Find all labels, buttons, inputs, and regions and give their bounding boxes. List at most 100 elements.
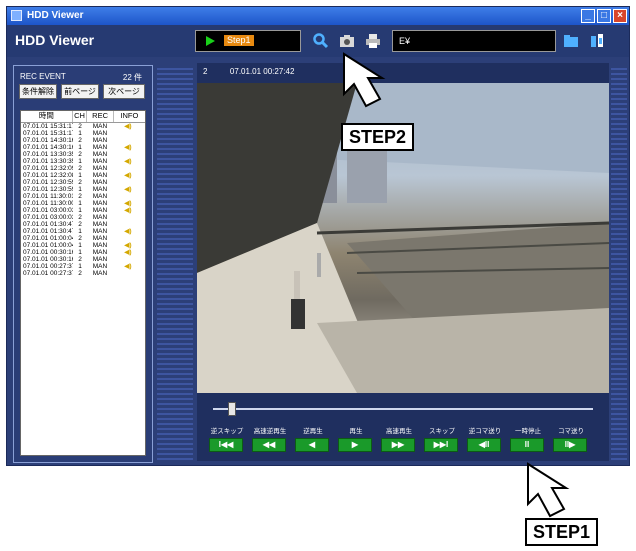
table-row[interactable]: 07.01.01 15:31:17 2 MAN ◀) (21, 123, 145, 130)
speaker-icon[interactable]: ◀) (124, 172, 131, 179)
settings-icon[interactable] (589, 33, 605, 49)
search-icon[interactable] (313, 33, 329, 49)
table-row[interactable]: 07.01.01 11:30:01 2 MAN (21, 193, 145, 200)
control-label: 逆スキップ (210, 428, 244, 435)
minimize-button[interactable]: _ (581, 9, 595, 23)
info-cell (113, 151, 143, 158)
speaker-icon[interactable]: ◀) (124, 207, 131, 214)
control-button[interactable]: II▶ (553, 438, 587, 452)
speaker-icon[interactable]: ◀) (124, 144, 131, 151)
info-cell (113, 221, 143, 228)
col-ch-header[interactable]: CH (73, 111, 88, 122)
table-row[interactable]: 07.01.01 12:32:08 1 MAN ◀) (21, 172, 145, 179)
col-rec-header[interactable]: REC (87, 111, 114, 122)
folder-icon[interactable] (563, 33, 579, 49)
step1-label: STEP1 (525, 518, 599, 546)
table-row[interactable]: 07.01.01 14:30:16 1 MAN ◀) (21, 144, 145, 151)
speaker-icon[interactable]: ◀) (124, 249, 131, 256)
ch-cell: 2 (78, 214, 82, 221)
time-cell: 07.01.01 15:31:17 (23, 130, 73, 137)
table-row[interactable]: 07.01.01 00:30:16 2 MAN (21, 256, 145, 263)
table-row[interactable]: 07.01.01 00:30:16 1 MAN ◀) (21, 249, 145, 256)
print-icon[interactable] (365, 33, 381, 49)
speaker-icon[interactable]: ◀) (124, 263, 131, 270)
speaker-icon[interactable]: ◀) (124, 228, 131, 235)
rec-event-label: REC EVENT (20, 72, 66, 81)
control-button[interactable]: I◀◀ (209, 438, 243, 452)
control-button[interactable]: ◀◀ (252, 438, 286, 452)
slider-track (213, 408, 593, 410)
control-button[interactable]: ▶▶ (381, 438, 415, 452)
close-button[interactable]: × (613, 9, 627, 23)
app-window: HDD Viewer _ □ × HDD Viewer Step1 E¥ REC… (6, 6, 630, 466)
play-status-icon (206, 36, 215, 46)
ch-cell: 1 (78, 144, 82, 151)
table-row[interactable]: 07.01.01 13:30:35 1 MAN ◀) (21, 158, 145, 165)
rec-cell: MAN (92, 151, 108, 158)
time-cell: 07.01.01 00:30:16 (23, 249, 73, 256)
info-cell: ◀) (113, 158, 143, 165)
time-cell: 07.01.01 12:32:08 (23, 172, 73, 179)
table-row[interactable]: 07.01.01 11:30:00 1 MAN ◀) (21, 200, 145, 207)
table-row[interactable]: 07.01.01 13:30:35 2 MAN (21, 151, 145, 158)
speaker-icon[interactable]: ◀) (124, 123, 131, 130)
control-button[interactable]: ◀II (467, 438, 501, 452)
control-button[interactable]: ▶▶I (424, 438, 458, 452)
col-info-header[interactable]: INFO (114, 111, 145, 122)
speaker-icon[interactable]: ◀) (124, 158, 131, 165)
next-page-button[interactable]: 次ページ (103, 84, 145, 99)
rec-cell: MAN (92, 130, 108, 137)
rec-cell: MAN (92, 270, 108, 277)
table-row[interactable]: 07.01.01 03:00:03 2 MAN (21, 214, 145, 221)
time-cell: 07.01.01 01:30:47 (23, 221, 73, 228)
control-label: 再生 (349, 428, 363, 435)
rec-cell: MAN (92, 228, 108, 235)
info-cell (113, 235, 143, 242)
control-2: 逆再生 ◀ (295, 425, 331, 452)
table-row[interactable]: 07.01.01 12:32:09 2 MAN (21, 165, 145, 172)
control-button[interactable]: ▶ (338, 438, 372, 452)
time-cell: 07.01.01 00:27:37 (23, 270, 73, 277)
table-row[interactable]: 07.01.01 01:30:47 1 MAN ◀) (21, 228, 145, 235)
control-button[interactable]: II (510, 438, 544, 452)
window-titlebar[interactable]: HDD Viewer _ □ × (7, 7, 629, 25)
table-row[interactable]: 07.01.01 00:27:37 2 MAN (21, 270, 145, 277)
info-cell: ◀) (113, 200, 143, 207)
control-label: 高速逆再生 (253, 428, 287, 435)
table-row[interactable]: 07.01.01 01:30:47 2 MAN (21, 221, 145, 228)
clear-filter-button[interactable]: 条件解除 (19, 84, 57, 99)
table-row[interactable]: 07.01.01 01:00:04 1 MAN ◀) (21, 242, 145, 249)
control-button[interactable]: ◀ (295, 438, 329, 452)
time-cell: 07.01.01 12:30:59 (23, 186, 73, 193)
save-path-field[interactable]: E¥ (392, 30, 556, 52)
app-icon (11, 10, 22, 21)
info-cell (113, 137, 143, 144)
speaker-icon[interactable]: ◀) (124, 242, 131, 249)
control-8: コマ送り II▶ (553, 425, 589, 452)
table-row[interactable]: 07.01.01 14:30:16 2 MAN (21, 137, 145, 144)
rec-cell: MAN (92, 263, 108, 270)
playback-slider[interactable] (209, 401, 599, 417)
info-cell: ◀) (113, 249, 143, 256)
table-row[interactable]: 07.01.01 03:00:03 1 MAN ◀) (21, 207, 145, 214)
maximize-button[interactable]: □ (597, 9, 611, 23)
camera-icon[interactable] (339, 33, 355, 49)
table-row[interactable]: 07.01.01 15:31:17 1 MAN (21, 130, 145, 137)
info-cell (113, 165, 143, 172)
table-row[interactable]: 07.01.01 12:30:59 2 MAN (21, 179, 145, 186)
time-cell: 07.01.01 13:30:35 (23, 151, 73, 158)
speaker-icon[interactable]: ◀) (124, 200, 131, 207)
window-title: HDD Viewer (27, 10, 84, 21)
ch-cell: 1 (78, 228, 82, 235)
ch-cell: 2 (78, 235, 82, 242)
table-row[interactable]: 07.01.01 12:30:59 1 MAN ◀) (21, 186, 145, 193)
speaker-icon[interactable]: ◀) (124, 186, 131, 193)
prev-page-button[interactable]: 前ページ (61, 84, 99, 99)
rec-cell: MAN (92, 172, 108, 179)
col-time-header[interactable]: 時間 (21, 111, 73, 122)
time-cell: 07.01.01 11:30:00 (23, 200, 73, 207)
table-row[interactable]: 07.01.01 00:27:37 1 MAN ◀) (21, 263, 145, 270)
table-row[interactable]: 07.01.01 01:00:04 2 MAN (21, 235, 145, 242)
ch-cell: 1 (78, 186, 82, 193)
slider-thumb[interactable] (227, 402, 236, 416)
